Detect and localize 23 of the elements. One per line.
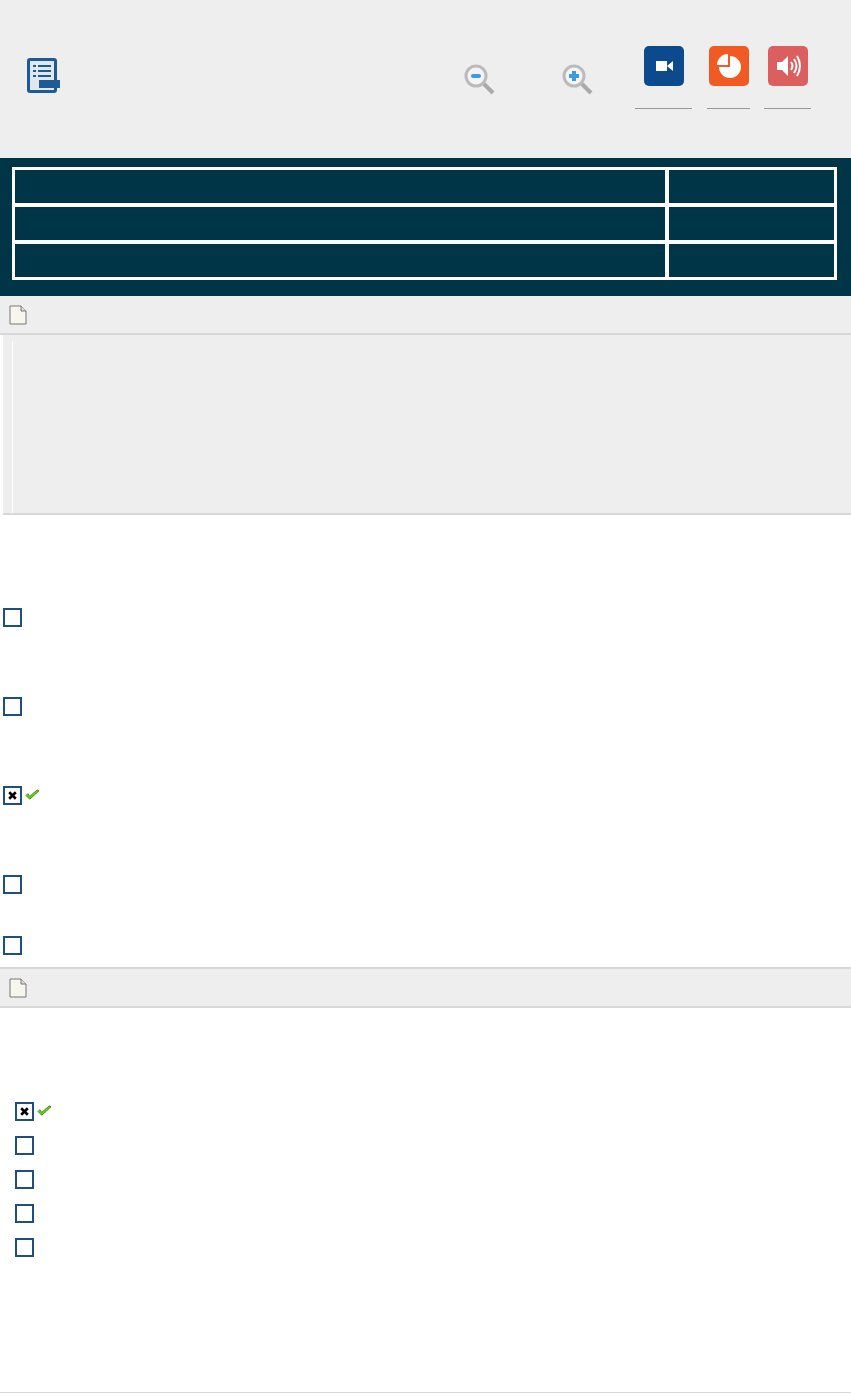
checkbox[interactable] bbox=[15, 1170, 34, 1189]
chart-button[interactable] bbox=[707, 46, 750, 109]
x-mark-icon bbox=[19, 1106, 30, 1117]
audio-button[interactable] bbox=[764, 46, 811, 109]
checkbox[interactable] bbox=[3, 936, 22, 955]
checkbox[interactable] bbox=[15, 1204, 34, 1223]
speaker-icon bbox=[767, 46, 808, 86]
zoom-out-icon[interactable] bbox=[463, 63, 497, 97]
checkbox[interactable] bbox=[15, 1136, 34, 1155]
zoom-in-icon[interactable] bbox=[561, 63, 595, 97]
video-button[interactable] bbox=[635, 46, 692, 109]
document-icon bbox=[9, 977, 27, 998]
document-icon bbox=[9, 304, 27, 325]
x-mark-icon bbox=[7, 790, 18, 801]
document-list-icon[interactable] bbox=[25, 57, 61, 95]
checkbox[interactable] bbox=[15, 1102, 34, 1121]
pie-chart-icon bbox=[708, 46, 749, 86]
checkbox[interactable] bbox=[3, 697, 22, 716]
checkbox[interactable] bbox=[15, 1238, 34, 1257]
checkbox[interactable] bbox=[3, 608, 22, 627]
video-camera-icon bbox=[643, 46, 684, 86]
checkbox[interactable] bbox=[3, 875, 22, 894]
checkbox[interactable] bbox=[3, 786, 22, 805]
